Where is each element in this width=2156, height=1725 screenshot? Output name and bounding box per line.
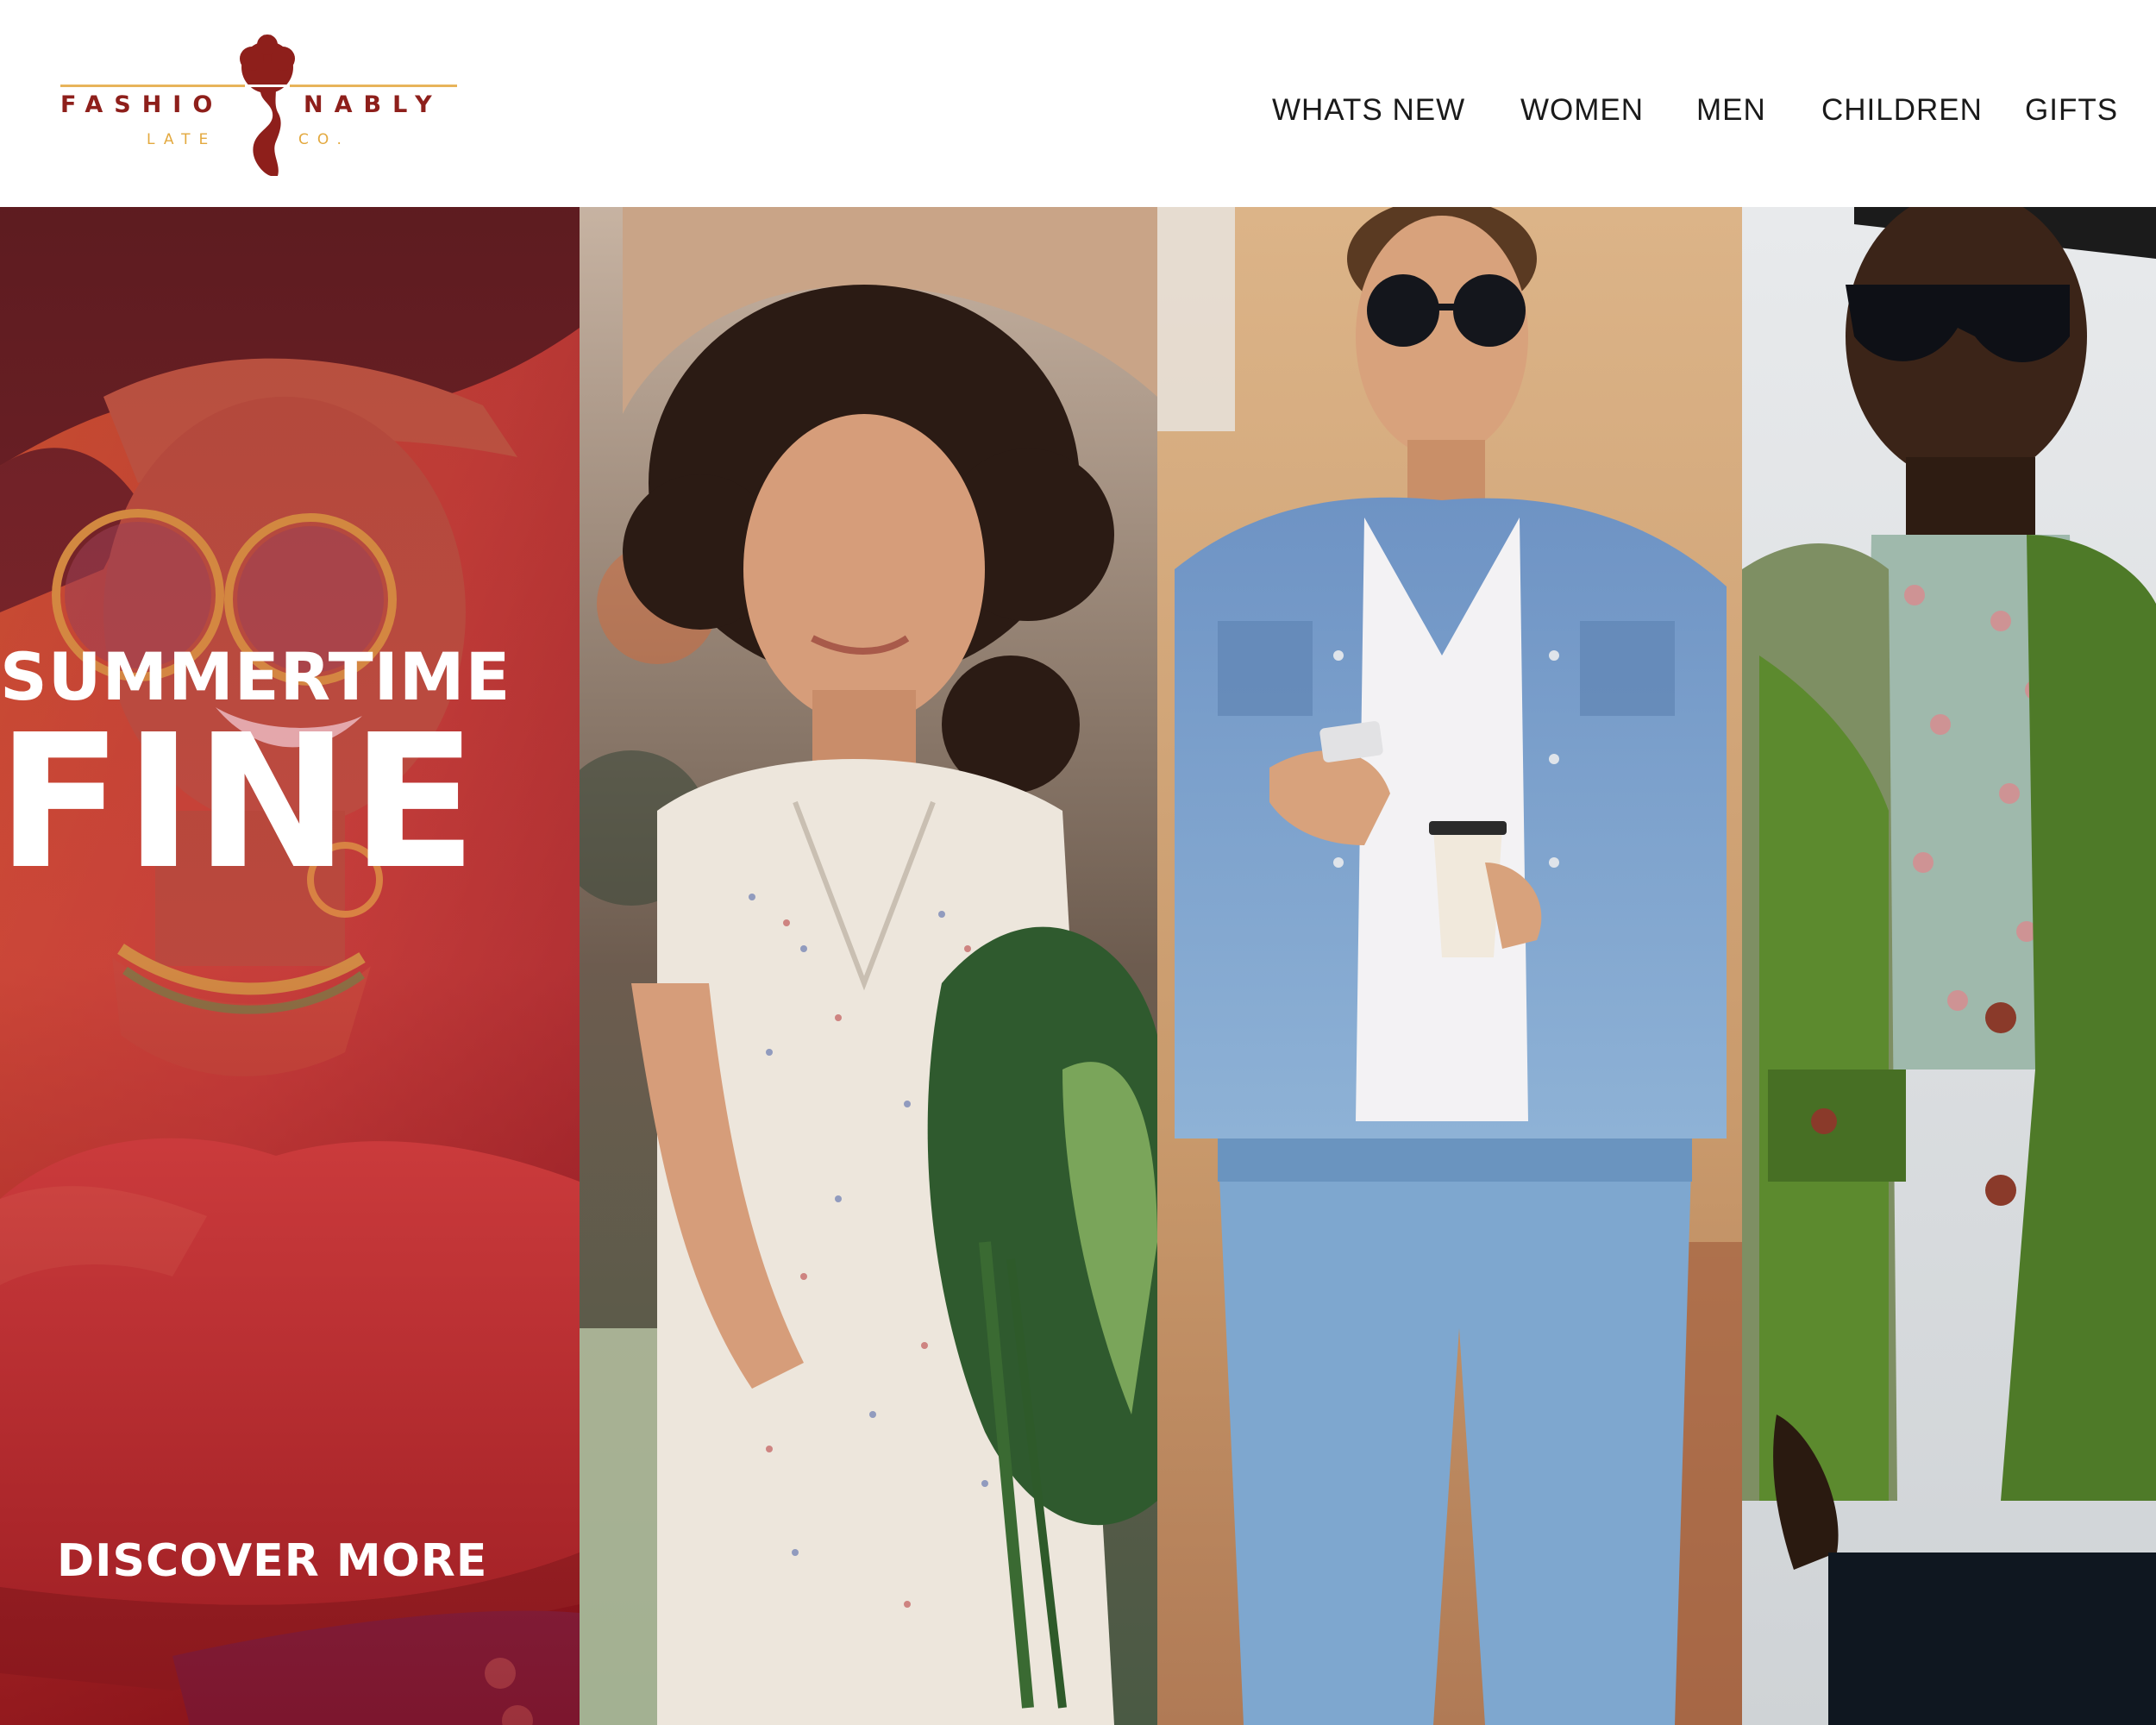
hero-panel-tint (0, 207, 580, 1725)
hero-panel-women-summer[interactable]: SUMMERTIME FINE DISCOVER MORE (0, 207, 580, 1725)
hero-photo-2 (580, 207, 1157, 1725)
main-nav: WHATS NEW WOMEN MEN CHILDREN GIFTS (0, 93, 2156, 135)
nav-item-children[interactable]: CHILDREN (1821, 93, 1983, 128)
hero-photo-3 (1157, 207, 1742, 1725)
hero-banner: SUMMERTIME FINE DISCOVER MORE (0, 207, 2156, 1725)
hero-panel-women-market[interactable] (580, 207, 1157, 1725)
hero-panel-men-formal[interactable] (1742, 207, 2156, 1725)
site-header: FASHIO NABLY LATE CO. WHATS NEW WOMEN ME… (0, 0, 2156, 207)
discover-more-button[interactable]: DISCOVER MORE (57, 1535, 487, 1587)
hero-panel-men-casual[interactable] (1157, 207, 1742, 1725)
nav-item-men[interactable]: MEN (1696, 93, 1766, 128)
nav-item-whats-new[interactable]: WHATS NEW (1272, 93, 1465, 128)
hero-headline-line2: FINE (0, 695, 479, 910)
hero-photo-4 (1742, 207, 2156, 1725)
nav-item-women[interactable]: WOMEN (1520, 93, 1644, 128)
nav-item-gifts[interactable]: GIFTS (2025, 93, 2118, 128)
